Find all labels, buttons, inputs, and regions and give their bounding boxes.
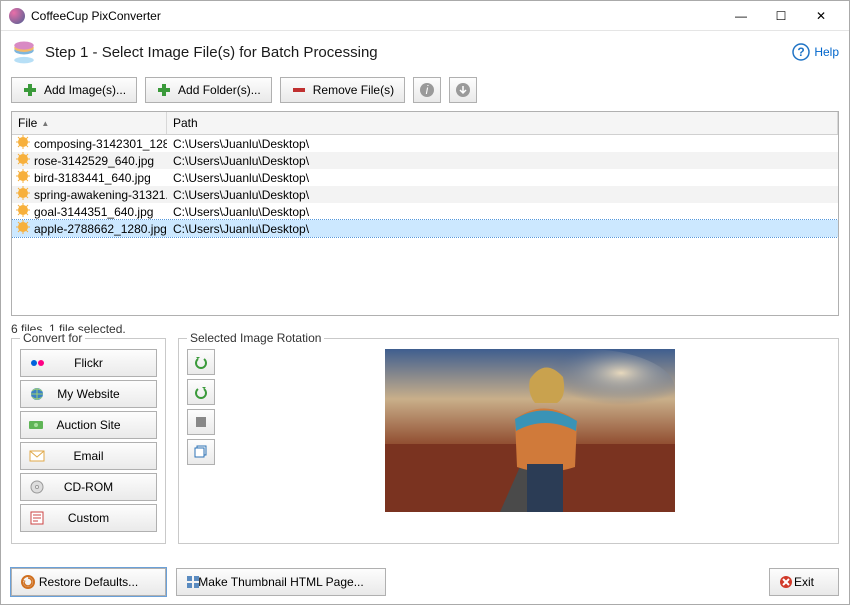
globe-icon: [29, 386, 45, 402]
down-button[interactable]: [449, 77, 477, 103]
window-title: CoffeeCup PixConverter: [31, 9, 721, 23]
list-header: File ▲ Path: [12, 112, 838, 135]
envelope-icon: [29, 448, 45, 464]
rotate-right-button[interactable]: [187, 379, 215, 405]
remove-file-button[interactable]: Remove File(s): [280, 77, 405, 103]
stop-button[interactable]: [187, 409, 215, 435]
file-cell: bird-3183441_640.jpg: [12, 169, 167, 186]
path-cell: C:\Users\Juanlu\Desktop\: [167, 222, 838, 236]
rotation-legend: Selected Image Rotation: [187, 331, 324, 345]
path-cell: C:\Users\Juanlu\Desktop\: [167, 188, 838, 202]
help-link[interactable]: ? Help: [792, 43, 839, 61]
path-cell: C:\Users\Juanlu\Desktop\: [167, 205, 838, 219]
auction-site-button[interactable]: Auction Site: [20, 411, 157, 439]
custom-button[interactable]: Custom: [20, 504, 157, 532]
info-button[interactable]: i: [413, 77, 441, 103]
step-title: Step 1 - Select Image File(s) for Batch …: [45, 44, 792, 61]
close-icon: [778, 574, 794, 590]
grid-icon: [185, 574, 201, 590]
fit-button[interactable]: [187, 439, 215, 465]
convert-for-legend: Convert for: [20, 331, 85, 345]
column-file[interactable]: File ▲: [12, 112, 167, 134]
svg-text:i: i: [426, 83, 429, 97]
disc-icon: [29, 479, 45, 495]
file-name: rose-3142529_640.jpg: [34, 154, 154, 168]
table-row[interactable]: goal-3144351_640.jpg C:\Users\Juanlu\Desk…: [12, 203, 838, 220]
remove-label: Remove File(s): [313, 83, 394, 97]
path-cell: C:\Users\Juanlu\Desktop\: [167, 137, 838, 151]
close-button[interactable]: ✕: [801, 2, 841, 30]
app-icon: [9, 8, 25, 24]
minus-icon: [291, 82, 307, 98]
image-file-icon: [16, 186, 30, 203]
info-icon: i: [419, 82, 435, 98]
sort-asc-icon: ▲: [41, 119, 49, 128]
file-name: spring-awakening-31321...: [34, 188, 167, 202]
my-website-button[interactable]: My Website: [20, 380, 157, 408]
table-row[interactable]: composing-3142301_128...C:\Users\Juanlu\…: [12, 135, 838, 152]
table-row[interactable]: rose-3142529_640.jpg C:\Users\Juanlu\Desk…: [12, 152, 838, 169]
image-file-icon: [16, 135, 30, 152]
flickr-icon: [29, 355, 45, 371]
minimize-button[interactable]: —: [721, 2, 761, 30]
thumbnail-label: Make Thumbnail HTML Page...: [198, 575, 363, 589]
add-image-button[interactable]: Add Image(s)...: [11, 77, 137, 103]
help-label: Help: [814, 45, 839, 59]
path-cell: C:\Users\Juanlu\Desktop\: [167, 171, 838, 185]
cdrom-button[interactable]: CD-ROM: [20, 473, 157, 501]
convert-for-group: Convert for Flickr My Website Auction Si…: [11, 338, 166, 544]
image-file-icon: [16, 220, 30, 237]
file-list[interactable]: File ▲ Path composing-3142301_128...C:\U…: [11, 111, 839, 316]
table-row[interactable]: spring-awakening-31321...C:\Users\Juanlu…: [12, 186, 838, 203]
column-path[interactable]: Path: [167, 112, 838, 134]
table-row[interactable]: apple-2788662_1280.jpgC:\Users\Juanlu\De…: [12, 220, 838, 237]
maximize-button[interactable]: ☐: [761, 2, 801, 30]
file-cell: composing-3142301_128...: [12, 135, 167, 152]
image-preview: [229, 349, 830, 535]
plus-icon: [22, 82, 38, 98]
image-file-icon: [16, 203, 30, 220]
email-button[interactable]: Email: [20, 442, 157, 470]
flickr-button[interactable]: Flickr: [20, 349, 157, 377]
rotate-right-icon: [193, 384, 209, 400]
rotation-group: Selected Image Rotation: [178, 338, 839, 544]
file-name: bird-3183441_640.jpg: [34, 171, 151, 185]
svg-text:?: ?: [798, 45, 805, 59]
file-name: apple-2788662_1280.jpg: [34, 222, 167, 236]
add-folder-label: Add Folder(s)...: [178, 83, 261, 97]
layers-icon: [193, 444, 209, 460]
arrow-down-icon: [455, 82, 471, 98]
image-file-icon: [16, 169, 30, 186]
restore-label: Restore Defaults...: [39, 575, 138, 589]
make-thumbnail-button[interactable]: Make Thumbnail HTML Page...: [176, 568, 386, 596]
file-cell: spring-awakening-31321...: [12, 186, 167, 203]
file-cell: apple-2788662_1280.jpg: [12, 220, 167, 237]
file-name: goal-3144351_640.jpg: [34, 205, 153, 219]
add-image-label: Add Image(s)...: [44, 83, 126, 97]
exit-button[interactable]: Exit: [769, 568, 839, 596]
restore-icon: [20, 574, 36, 590]
exit-label: Exit: [794, 575, 814, 589]
file-cell: goal-3144351_640.jpg: [12, 203, 167, 220]
help-icon: ?: [792, 43, 810, 61]
status-text: 6 files, 1 file selected.: [1, 318, 849, 338]
money-icon: [29, 417, 45, 433]
path-cell: C:\Users\Juanlu\Desktop\: [167, 154, 838, 168]
image-file-icon: [16, 152, 30, 169]
file-cell: rose-3142529_640.jpg: [12, 152, 167, 169]
table-row[interactable]: bird-3183441_640.jpg C:\Users\Juanlu\Desk…: [12, 169, 838, 186]
file-name: composing-3142301_128...: [34, 137, 167, 151]
custom-icon: [29, 510, 45, 526]
wizard-step-icon: [11, 39, 37, 65]
rotate-left-icon: [193, 354, 209, 370]
add-folder-button[interactable]: Add Folder(s)...: [145, 77, 272, 103]
plus-icon: [156, 82, 172, 98]
stop-icon: [194, 415, 208, 429]
restore-defaults-button[interactable]: Restore Defaults...: [11, 568, 166, 596]
rotate-left-button[interactable]: [187, 349, 215, 375]
